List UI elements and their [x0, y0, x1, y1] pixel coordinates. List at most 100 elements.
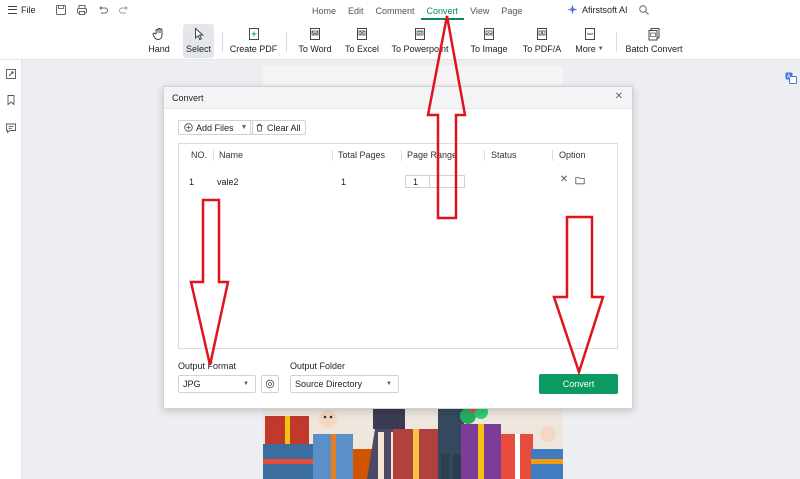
tab-home[interactable]: Home [306, 6, 342, 16]
gear-icon [265, 379, 275, 389]
to-word-label: To Word [298, 44, 332, 54]
column-divider [332, 150, 333, 161]
pdfa-icon [535, 27, 549, 41]
excel-icon [355, 27, 369, 41]
left-sidebar [0, 60, 22, 479]
convert-button[interactable]: Convert [539, 374, 618, 394]
column-header-total-pages: Total Pages [338, 150, 386, 160]
hand-icon [152, 27, 166, 41]
column-header-page-range: Page Range [407, 150, 458, 160]
quick-access-toolbar [55, 4, 130, 16]
bookmark-icon[interactable] [5, 94, 17, 106]
column-header-no: NO. [191, 150, 208, 160]
add-files-button[interactable]: Add Files ▼ [178, 120, 254, 135]
to-pdfa-label: To PDF/A [522, 44, 562, 54]
more-icon [583, 27, 597, 41]
tab-view[interactable]: View [464, 6, 495, 16]
column-divider [213, 150, 214, 161]
convert-toolbar: Hand Select Create PDF To Word To Excel … [0, 22, 800, 60]
create-pdf-label: Create PDF [229, 44, 278, 54]
search-icon[interactable] [638, 4, 650, 16]
tab-page[interactable]: Page [495, 6, 528, 16]
batch-convert-label: Batch Convert [625, 44, 683, 54]
output-folder-select[interactable]: Source Directory ▼ [290, 375, 399, 393]
column-divider [552, 150, 553, 161]
thumbnail-icon[interactable] [5, 68, 17, 80]
column-header-status: Status [491, 150, 517, 160]
menu-bar: File Home Edit Comment Convert View Page… [0, 0, 800, 22]
to-excel-button[interactable]: To Excel [343, 24, 381, 58]
select-tool-button[interactable]: Select [183, 24, 214, 58]
translate-icon[interactable]: A [785, 72, 797, 84]
chevron-down-icon: ▼ [386, 381, 392, 387]
sparkle-icon [567, 4, 578, 15]
page-range-from-input[interactable]: 1 [405, 175, 430, 188]
format-settings-button[interactable] [261, 375, 279, 393]
output-folder-value: Source Directory [295, 379, 363, 389]
add-files-label: Add Files [196, 122, 234, 133]
toolbar-divider [222, 32, 223, 52]
hamburger-icon [8, 6, 17, 14]
print-icon[interactable] [76, 4, 88, 16]
file-menu[interactable]: File [8, 5, 36, 15]
column-divider [484, 150, 485, 161]
batch-icon [647, 27, 661, 41]
toolbar-divider [286, 32, 287, 52]
close-icon[interactable]: ✕ [615, 92, 623, 102]
file-table: NO. Name Total Pages Page Range Status O… [178, 143, 618, 349]
to-pdfa-button[interactable]: To PDF/A [521, 24, 563, 58]
column-header-option: Option [559, 150, 586, 160]
to-excel-label: To Excel [344, 44, 379, 54]
to-image-label: To Image [470, 44, 508, 54]
hand-tool-label: Hand [148, 44, 170, 54]
undo-icon[interactable] [97, 4, 109, 16]
select-tool-label: Select [185, 44, 211, 54]
row-total-pages: 1 [341, 177, 347, 187]
word-icon [308, 27, 322, 41]
to-powerpoint-label: To Powerpoint [391, 44, 449, 54]
to-word-button[interactable]: To Word [294, 24, 336, 58]
tab-edit[interactable]: Edit [342, 6, 370, 16]
ai-assistant-button[interactable]: Afirstsoft AI [567, 4, 628, 15]
file-menu-label: File [21, 5, 36, 15]
create-pdf-button[interactable]: Create PDF [229, 24, 278, 58]
output-format-label: Output Format [178, 361, 237, 371]
comment-icon[interactable] [5, 122, 17, 134]
ribbon-tabs: Home Edit Comment Convert View Page [306, 6, 528, 20]
powerpoint-icon [413, 27, 427, 41]
more-label-group: More ▼ [575, 44, 603, 54]
dialog-title: Convert [172, 93, 204, 103]
document-illustration [263, 404, 563, 479]
chevron-down-icon: ▼ [243, 381, 249, 387]
cursor-icon [192, 27, 206, 41]
folder-icon[interactable] [575, 175, 585, 185]
dialog-header: Convert ✕ [164, 87, 632, 109]
redo-icon[interactable] [118, 4, 130, 16]
create-pdf-icon [247, 27, 261, 41]
to-image-button[interactable]: To Image [470, 24, 508, 58]
chevron-down-icon: ▼ [597, 46, 604, 52]
chevron-down-icon: ▼ [240, 124, 248, 131]
output-format-select[interactable]: JPG ▼ [178, 375, 256, 393]
more-button[interactable]: More ▼ [573, 24, 606, 58]
row-number: 1 [189, 177, 195, 187]
column-header-name: Name [219, 150, 244, 160]
output-folder-label: Output Folder [290, 361, 346, 371]
tab-convert[interactable]: Convert [420, 6, 465, 20]
ai-assistant-label: Afirstsoft AI [582, 4, 628, 15]
page-range-to-input[interactable] [430, 175, 465, 188]
trash-icon [256, 123, 263, 132]
convert-dialog: Convert ✕ Add Files ▼ Clear All NO. Name… [163, 86, 633, 409]
hand-tool-button[interactable]: Hand [144, 24, 174, 58]
row-options: ✕ [559, 175, 585, 185]
output-format-value: JPG [183, 379, 201, 389]
row-file-name: vale2 [217, 177, 239, 187]
tab-comment[interactable]: Comment [370, 6, 421, 16]
clear-all-button[interactable]: Clear All [250, 120, 306, 135]
toolbar-divider [616, 32, 617, 52]
remove-icon[interactable]: ✕ [559, 175, 569, 185]
to-powerpoint-button[interactable]: To Powerpoint [391, 24, 449, 58]
more-label: More [575, 44, 596, 54]
save-icon[interactable] [55, 4, 67, 16]
batch-convert-button[interactable]: Batch Convert [624, 24, 684, 58]
